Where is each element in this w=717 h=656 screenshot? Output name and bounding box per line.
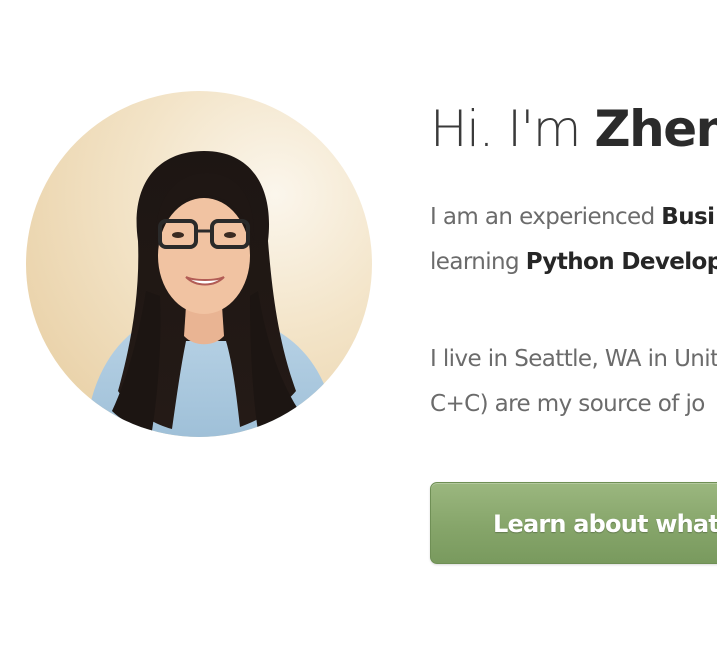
location-line-2: C+C) are my source of jo bbox=[430, 391, 705, 417]
profile-photo bbox=[26, 91, 372, 437]
portrait-illustration bbox=[26, 91, 372, 437]
intro-line-2-bold: Python Develop bbox=[525, 249, 717, 275]
learn-more-button[interactable]: Learn about what I c bbox=[430, 482, 717, 564]
location-line-1: I live in Seattle, WA in Unit bbox=[430, 346, 717, 372]
learn-more-button-label: Learn about what I c bbox=[493, 510, 717, 538]
greeting-text: Hi. I'm bbox=[430, 100, 581, 158]
intro-paragraph: I am an experienced Busi learning Python… bbox=[430, 195, 717, 285]
intro-line-1-bold: Busi bbox=[661, 204, 715, 230]
name-text: Zhen bbox=[594, 100, 717, 158]
page: Hi. I'm Zhen I am an experienced Busi le… bbox=[0, 0, 717, 656]
intro-line-1-text: I am an experienced bbox=[430, 204, 655, 230]
location-paragraph: I live in Seattle, WA in Unit C+C) are m… bbox=[430, 337, 717, 427]
page-title: Hi. I'm Zhen bbox=[430, 98, 717, 160]
intro-line-2-text: learning bbox=[430, 249, 520, 275]
